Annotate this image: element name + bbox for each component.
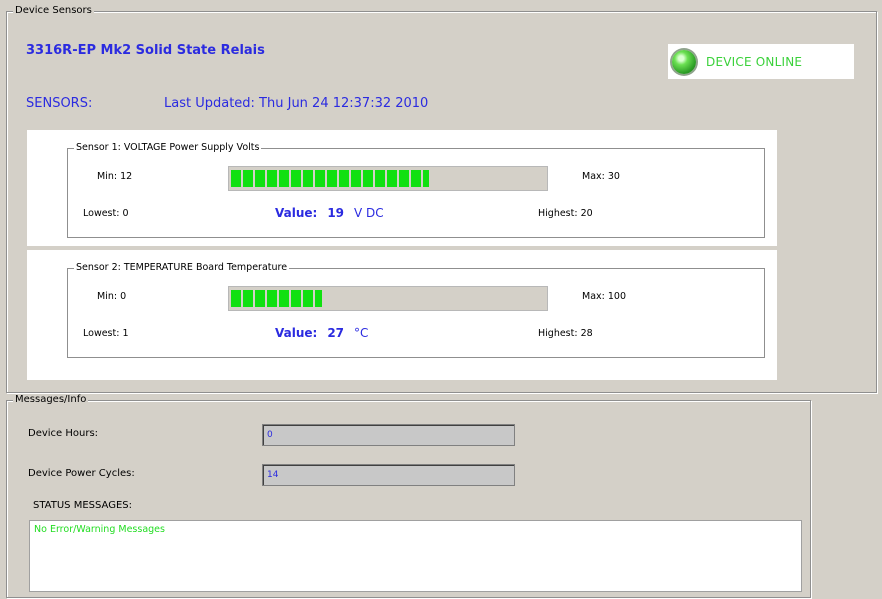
sensor-1-bar [228, 166, 548, 191]
power-cycles-label: Device Power Cycles: [28, 468, 135, 479]
sensor-2-bar [228, 286, 548, 311]
sensor-2-panel: Sensor 2: TEMPERATURE Board Temperature … [27, 250, 777, 380]
device-title: 3316R-EP Mk2 Solid State Relais [26, 43, 265, 58]
sensor-2-value: 27 [327, 326, 345, 340]
sensor-1-panel: Sensor 1: VOLTAGE Power Supply Volts Min… [27, 130, 777, 246]
status-messages-box[interactable]: No Error/Warning Messages [29, 520, 802, 592]
status-messages-label: STATUS MESSAGES: [33, 500, 132, 511]
sensor-1-min: Min: 12 [97, 171, 133, 182]
power-cycles-field: 14 [262, 464, 515, 486]
device-hours-field: 0 [262, 424, 515, 446]
device-sensors-legend: Device Sensors [13, 5, 94, 17]
sensor-2-min: Min: 0 [97, 291, 127, 302]
status-message-text: No Error/Warning Messages [34, 524, 165, 535]
sensor-2-max: Max: 100 [582, 291, 626, 302]
sensor-1-value-label: Value: [275, 206, 318, 220]
sensor-1-max: Max: 30 [582, 171, 620, 182]
sensor-1-value-line: Value: 19 V DC [275, 206, 394, 220]
messages-info-legend: Messages/Info [13, 394, 89, 406]
sensors-label: SENSORS: [26, 96, 93, 111]
device-hours-label: Device Hours: [28, 428, 99, 439]
sensor-2-value-line: Value: 27 °C [275, 326, 378, 340]
device-status-label: DEVICE ONLINE [706, 54, 803, 69]
sensor-2-value-label: Value: [275, 326, 318, 340]
sensor-2-unit: °C [354, 326, 369, 340]
sensor-2-highest: Highest: 28 [538, 328, 593, 339]
sensor-2-lowest: Lowest: 1 [83, 328, 129, 339]
sensor-2-bar-fill [231, 290, 322, 307]
sensor-2-box: Sensor 2: TEMPERATURE Board Temperature … [67, 262, 765, 358]
status-led-icon [672, 49, 696, 74]
sensor-1-bar-fill [231, 170, 429, 187]
sensor-1-lowest: Lowest: 0 [83, 208, 129, 219]
device-online-indicator: DEVICE ONLINE [668, 44, 854, 79]
sensor-1-legend: Sensor 1: VOLTAGE Power Supply Volts [74, 142, 262, 154]
sensor-1-box: Sensor 1: VOLTAGE Power Supply Volts Min… [67, 142, 765, 238]
last-updated-text: Last Updated: Thu Jun 24 12:37:32 2010 [164, 96, 429, 111]
sensor-1-value: 19 [327, 206, 345, 220]
sensor-1-unit: V DC [354, 206, 384, 220]
sensor-2-legend: Sensor 2: TEMPERATURE Board Temperature [74, 262, 290, 274]
sensor-1-highest: Highest: 20 [538, 208, 593, 219]
